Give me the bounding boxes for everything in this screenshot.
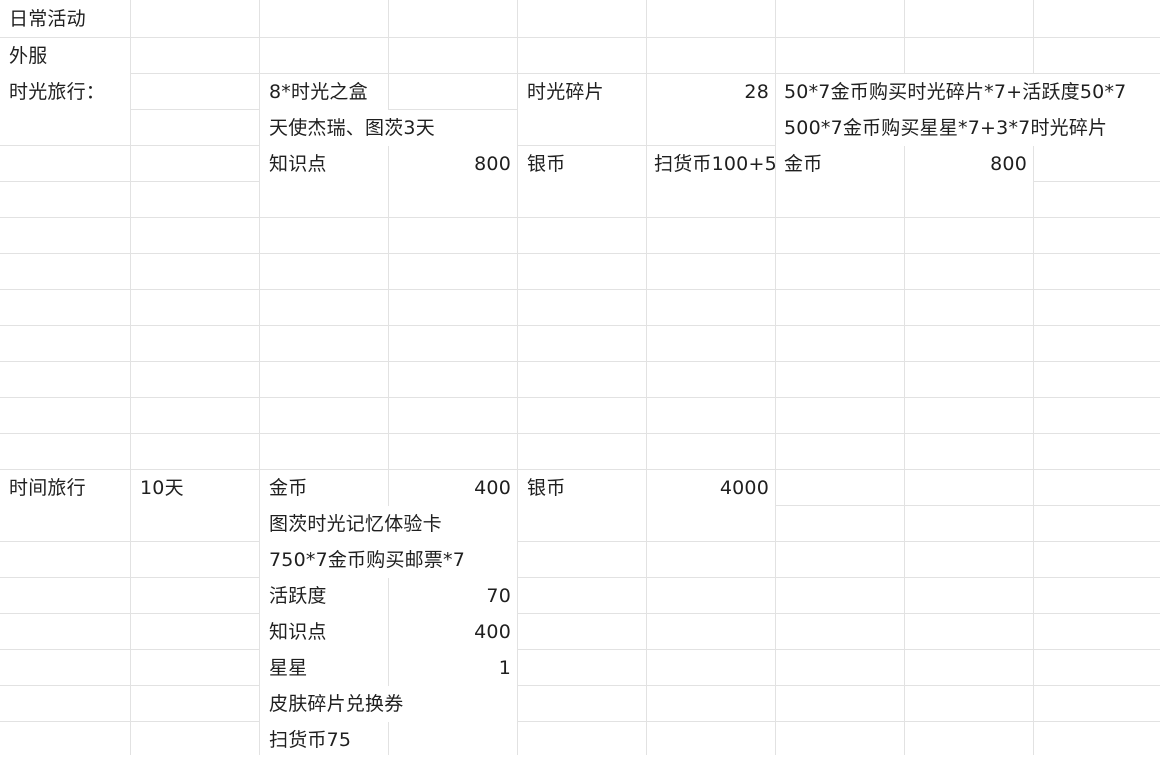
cell-d14[interactable]: 400	[389, 470, 517, 506]
cell-a2[interactable]: 外服	[0, 38, 130, 74]
cell-d17[interactable]: 70	[389, 578, 517, 614]
cell-g3[interactable]: 50*7金币购买时光碎片*7+活跃度50*7	[776, 74, 1160, 110]
row-divider	[0, 685, 1160, 686]
row-divider	[0, 649, 1160, 650]
cell-e3[interactable]: 时光碎片	[518, 74, 646, 110]
cell-c4[interactable]: 天使杰瑞、图茨3天	[260, 110, 517, 146]
cell-c3[interactable]: 8*时光之盒	[260, 74, 388, 110]
cell-f3[interactable]: 28	[647, 74, 775, 110]
cell-f5[interactable]: 扫货币100+50	[647, 146, 775, 182]
cell-e14[interactable]: 银币	[518, 470, 646, 506]
cell-a1[interactable]: 日常活动	[0, 1, 130, 37]
column-divider	[130, 0, 131, 755]
row-divider	[0, 253, 1160, 254]
cell-c16[interactable]: 750*7金币购买邮票*7	[260, 542, 517, 578]
spreadsheet-grid: 日常活动 外服 时光旅行： 8*时光之盒 时光碎片 28 50*7金币购买时光碎…	[0, 0, 1160, 758]
cell-a14[interactable]: 时间旅行	[0, 470, 130, 506]
cell-g5[interactable]: 金币	[776, 146, 904, 182]
row-divider	[0, 37, 1160, 38]
cell-f14[interactable]: 4000	[647, 470, 775, 506]
cell-e5[interactable]: 银币	[518, 146, 646, 182]
cell-d19[interactable]: 1	[389, 650, 517, 686]
row-divider	[0, 613, 1160, 614]
row-divider	[0, 325, 1160, 326]
cell-h5[interactable]: 800	[905, 146, 1033, 182]
row-divider	[0, 541, 1160, 542]
cell-b14[interactable]: 10天	[131, 470, 259, 506]
cell-c18[interactable]: 知识点	[260, 614, 388, 650]
cell-c17[interactable]: 活跃度	[260, 578, 388, 614]
column-divider	[517, 0, 518, 755]
row-divider	[0, 577, 1160, 578]
cell-g4[interactable]: 500*7金币购买星星*7+3*7时光碎片	[776, 110, 1160, 146]
row-divider	[0, 721, 1160, 722]
row-divider	[0, 397, 1160, 398]
row-divider	[0, 217, 1160, 218]
cell-c19[interactable]: 星星	[260, 650, 388, 686]
row-divider	[0, 289, 1160, 290]
cell-c15[interactable]: 图茨时光记忆体验卡	[260, 506, 517, 542]
row-divider	[0, 361, 1160, 362]
cell-c21[interactable]: 扫货币75	[260, 722, 388, 758]
cell-c5[interactable]: 知识点	[260, 146, 388, 182]
cell-d5[interactable]: 800	[389, 146, 517, 182]
column-divider	[646, 0, 647, 755]
cell-d18[interactable]: 400	[389, 614, 517, 650]
cell-c14[interactable]: 金币	[260, 470, 388, 506]
row-divider	[0, 433, 1160, 434]
cell-a3[interactable]: 时光旅行：	[0, 74, 130, 110]
cell-c20[interactable]: 皮肤碎片兑换券	[260, 686, 517, 722]
